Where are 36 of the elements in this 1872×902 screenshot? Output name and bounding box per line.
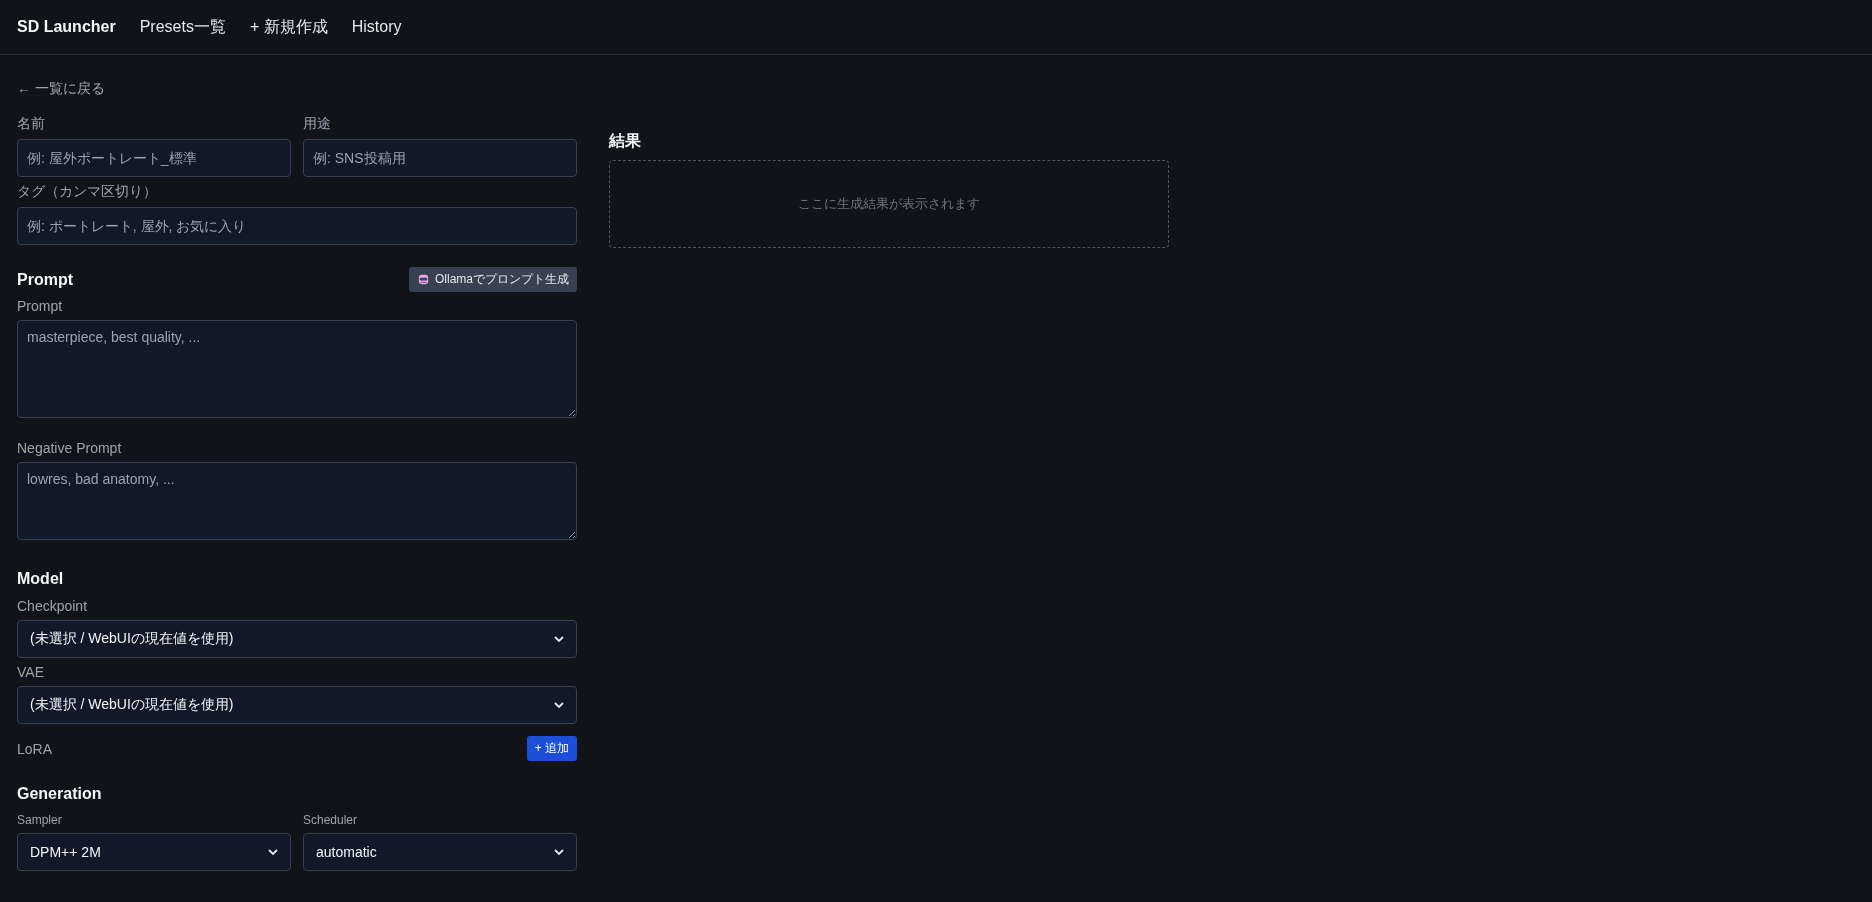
field-label: Scheduler <box>303 813 359 827</box>
sampler-select[interactable]: DPM++ 2M <box>17 833 291 871</box>
nav-link[interactable]: Presets一覧 <box>139 16 226 38</box>
section-heading: Model <box>17 570 64 587</box>
checkpoint-select[interactable]: (未選択 / WebUIの現在値を使用) <box>17 620 577 658</box>
chevron-down-icon <box>268 849 278 855</box>
field-label: LoRA <box>17 740 53 757</box>
field-label: Checkpoint <box>17 598 89 614</box>
nav-link[interactable]: History <box>351 18 402 36</box>
robot-icon <box>417 273 430 286</box>
field-label: Negative Prompt <box>17 440 123 456</box>
purpose-input[interactable]: 例: SNS投稿用 <box>303 139 577 177</box>
app-title[interactable]: SD Launcher <box>17 18 116 36</box>
field-label: 名前 <box>17 115 46 133</box>
tags-input[interactable]: 例: ポートレート, 屋外, お気に入り <box>17 207 577 245</box>
section-heading: Generation <box>17 785 102 802</box>
prompt-textarea[interactable]: masterpiece, best quality, ... <box>17 320 577 418</box>
back-link[interactable]: ← 一覧に戻る <box>17 80 105 98</box>
section-heading: Prompt <box>17 270 73 289</box>
chevron-down-icon <box>554 636 564 642</box>
field-label: 用途 <box>303 115 332 133</box>
field-label: タグ（カンマ区切り） <box>17 183 158 201</box>
vae-select[interactable]: (未選択 / WebUIの現在値を使用) <box>17 686 577 724</box>
chevron-down-icon <box>554 702 564 708</box>
field-label: Sampler <box>17 813 63 827</box>
empty-message: ここに生成結果が表示されます <box>798 195 980 213</box>
field-label: VAE <box>17 664 45 680</box>
chevron-down-icon <box>554 849 564 855</box>
nav-link[interactable]: + 新規作成 <box>249 16 328 38</box>
field-label: Prompt <box>17 298 64 314</box>
add-lora-button[interactable]: + 追加 <box>526 736 577 761</box>
section-heading: 結果 <box>609 131 642 151</box>
name-input[interactable]: 例: 屋外ポートレート_標準 <box>17 139 291 177</box>
ollama-generate-button[interactable]: Ollamaでプロンプト生成 <box>409 267 577 292</box>
negative-prompt-textarea[interactable]: lowres, bad anatomy, ... <box>17 462 577 540</box>
scheduler-select[interactable]: automatic <box>303 833 577 871</box>
